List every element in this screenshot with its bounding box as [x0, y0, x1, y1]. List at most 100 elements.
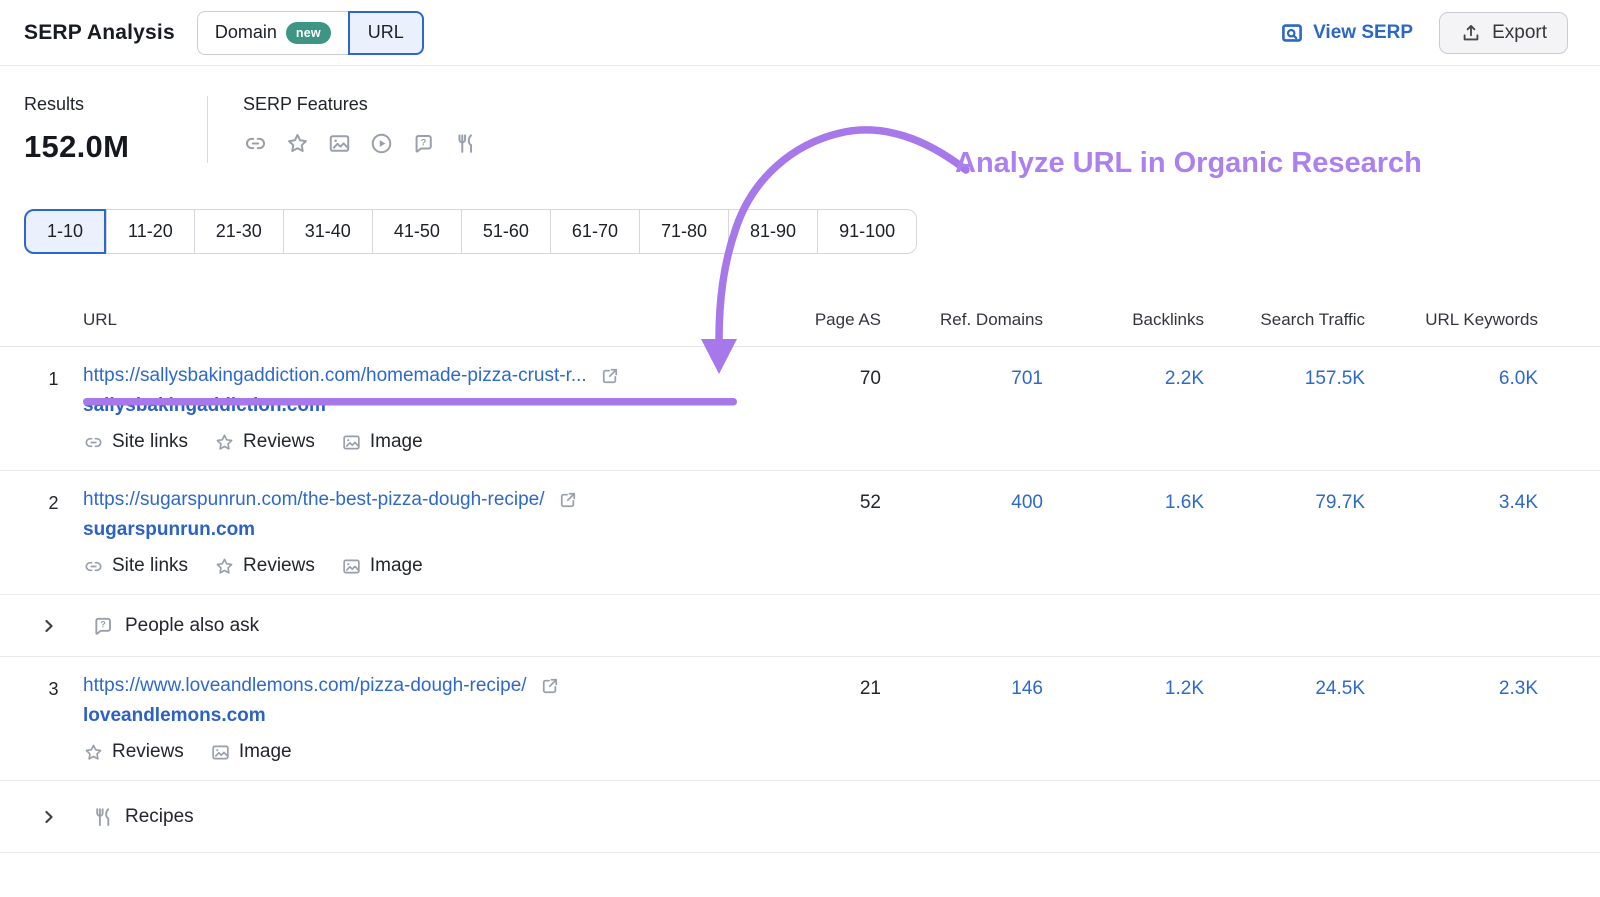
recipes-icon: [91, 805, 115, 829]
feature-chip-reviews: Reviews: [214, 555, 315, 577]
sitelinks-icon: [83, 432, 104, 453]
page-title: SERP Analysis: [24, 20, 175, 44]
recipes-icon: [453, 131, 478, 156]
feature-row-label: Recipes: [125, 805, 194, 827]
export-icon: [1460, 22, 1482, 44]
sitelinks-icon: [243, 131, 268, 156]
metric-url-keywords-link[interactable]: 6.0K: [1499, 368, 1538, 389]
people-also-ask-icon: ?: [91, 614, 115, 638]
sitelinks-icon: [83, 556, 104, 577]
result-domain-link[interactable]: sallysbakingaddiction.com: [83, 395, 326, 417]
metric-url-keywords-link[interactable]: 2.3K: [1499, 678, 1538, 699]
result-domain-link[interactable]: loveandlemons.com: [83, 705, 266, 727]
feature-chip-reviews: Reviews: [83, 741, 184, 763]
summary-section: Results 152.0M SERP Features ?: [0, 66, 1600, 189]
results-value: 152.0M: [24, 129, 130, 164]
feature-chip-sitelinks: Site links: [83, 555, 188, 577]
result-rank: 3: [48, 679, 59, 699]
feature-chip-image: Image: [341, 431, 423, 453]
metric-url-keywords-link[interactable]: 3.4K: [1499, 492, 1538, 513]
feature-chip-label: Reviews: [112, 741, 184, 762]
table-header-row: URL Page AS Ref. Domains Backlinks Searc…: [0, 296, 1600, 347]
feature-chip-label: Image: [238, 741, 292, 762]
image-icon: [327, 131, 352, 156]
toggle-url-label: URL: [367, 22, 404, 42]
page-range-11-20[interactable]: 11-20: [106, 209, 194, 254]
column-header-url: URL: [83, 310, 118, 329]
people-also-ask-row[interactable]: ? People also ask: [0, 595, 1600, 657]
result-url-link[interactable]: https://www.loveandlemons.com/pizza-doug…: [83, 675, 527, 697]
result-serp-features: Reviews Image: [83, 741, 731, 763]
metric-page-as: 52: [859, 492, 881, 513]
page-range-31-40[interactable]: 31-40: [282, 209, 372, 254]
metric-backlinks-link[interactable]: 1.2K: [1165, 678, 1204, 699]
feature-chip-label: Site links: [112, 431, 189, 452]
metric-ref-domains-link[interactable]: 400: [1011, 492, 1043, 513]
result-url-cell: https://sugarspunrun.com/the-best-pizza-…: [83, 489, 731, 577]
top-bar: SERP Analysis Domain new URL View SERP E…: [0, 0, 1600, 66]
feature-chip-image: Image: [210, 741, 292, 763]
image-icon: [341, 432, 362, 453]
expand-chevron-icon[interactable]: [24, 806, 60, 828]
external-link-icon[interactable]: [539, 675, 561, 697]
result-serp-features: Site links Reviews Image: [83, 431, 731, 453]
column-header-url-keywords: URL Keywords: [1425, 310, 1538, 329]
result-url-link[interactable]: https://sugarspunrun.com/the-best-pizza-…: [83, 489, 545, 511]
column-header-backlinks: Backlinks: [1132, 310, 1204, 329]
metric-ref-domains-link[interactable]: 701: [1011, 368, 1043, 389]
page-range-61-70[interactable]: 61-70: [549, 209, 639, 254]
result-domain-link[interactable]: sugarspunrun.com: [83, 519, 255, 541]
metric-ref-domains-link[interactable]: 146: [1011, 678, 1043, 699]
new-badge: new: [285, 21, 331, 44]
toggle-domain-label: Domain: [214, 22, 277, 42]
metric-backlinks-link[interactable]: 2.2K: [1165, 368, 1204, 389]
serp-pagination: 1-10 11-20 21-30 31-40 41-50 51-60 61-70…: [24, 209, 918, 254]
feature-row-label: People also ask: [125, 614, 260, 636]
feature-chip-label: Site links: [112, 555, 189, 576]
reviews-star-icon: [214, 432, 235, 453]
people-also-ask-icon: ?: [411, 131, 436, 156]
table-row: 2 https://sugarspunrun.com/the-best-pizz…: [0, 471, 1600, 595]
feature-chip-label: Image: [369, 555, 423, 576]
page-range-71-80[interactable]: 71-80: [638, 209, 729, 254]
serp-features-block: SERP Features ?: [208, 94, 478, 156]
view-serp-link[interactable]: View SERP: [1280, 21, 1413, 45]
result-url-cell: https://sallysbakingaddiction.com/homema…: [83, 365, 731, 453]
reviews-star-icon: [285, 131, 310, 156]
export-button[interactable]: Export: [1439, 11, 1568, 54]
recipes-row[interactable]: Recipes: [0, 781, 1600, 853]
page-range-41-50[interactable]: 41-50: [371, 209, 461, 254]
external-link-icon[interactable]: [599, 365, 621, 387]
result-url-link[interactable]: https://sallysbakingaddiction.com/homema…: [83, 365, 587, 387]
table-row: 3 https://www.loveandlemons.com/pizza-do…: [0, 657, 1600, 781]
toggle-url[interactable]: URL: [347, 10, 424, 55]
feature-chip-label: Image: [369, 431, 423, 452]
expand-chevron-icon[interactable]: [24, 615, 60, 637]
external-link-icon[interactable]: [557, 489, 579, 511]
page-range-1-10[interactable]: 1-10: [24, 209, 107, 254]
video-icon: [369, 131, 394, 156]
column-header-ref-domains: Ref. Domains: [940, 310, 1043, 329]
page-range-81-90[interactable]: 81-90: [728, 209, 818, 254]
page-range-91-100[interactable]: 91-100: [817, 209, 918, 254]
feature-chip-label: Reviews: [243, 431, 315, 452]
metric-search-traffic-link[interactable]: 157.5K: [1305, 368, 1365, 389]
feature-chip-label: Reviews: [243, 555, 315, 576]
view-serp-icon: [1280, 21, 1304, 45]
metric-page-as: 21: [859, 678, 881, 699]
page-range-51-60[interactable]: 51-60: [460, 209, 550, 254]
column-header-search-traffic: Search Traffic: [1260, 310, 1365, 329]
result-url-cell: https://www.loveandlemons.com/pizza-doug…: [83, 675, 731, 763]
toggle-domain[interactable]: Domain new: [196, 10, 348, 55]
serp-results-table: URL Page AS Ref. Domains Backlinks Searc…: [0, 296, 1600, 853]
metric-backlinks-link[interactable]: 1.6K: [1165, 492, 1204, 513]
metric-search-traffic-link[interactable]: 79.7K: [1315, 492, 1365, 513]
export-label: Export: [1492, 21, 1547, 43]
domain-url-toggle: Domain new URL: [196, 10, 424, 55]
reviews-star-icon: [214, 556, 235, 577]
top-bar-actions: View SERP Export: [1280, 11, 1568, 54]
view-serp-label: View SERP: [1313, 21, 1414, 43]
metric-search-traffic-link[interactable]: 24.5K: [1315, 678, 1365, 699]
page-range-21-30[interactable]: 21-30: [193, 209, 283, 254]
result-serp-features: Site links Reviews Image: [83, 555, 731, 577]
